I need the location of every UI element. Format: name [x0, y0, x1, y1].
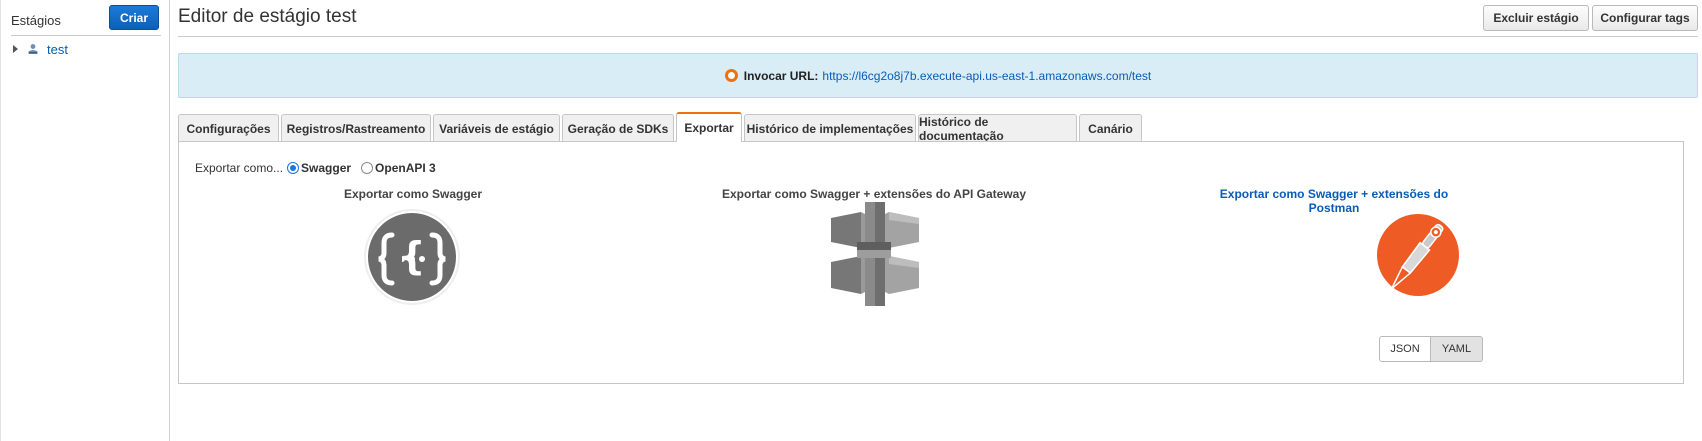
expand-caret-icon[interactable]	[13, 45, 18, 53]
export-swagger-title: Exportar como Swagger	[343, 187, 483, 201]
postman-format-toggle: JSON YAML	[1379, 336, 1483, 362]
export-as-label: Exportar como...	[195, 161, 284, 175]
export-apigateway-title: Exportar como Swagger + extensões do API…	[722, 187, 1026, 201]
configure-tags-button[interactable]: Configurar tags	[1592, 5, 1698, 31]
swagger-radio-label[interactable]: Swagger	[301, 161, 351, 175]
format-yaml-button[interactable]: YAML	[1431, 336, 1483, 362]
swagger-radio[interactable]	[287, 162, 300, 174]
tab-registros[interactable]: Registros/Rastreamento	[281, 114, 431, 142]
tab-exportar[interactable]: Exportar	[676, 112, 742, 142]
stage-tree-item-test[interactable]: test	[13, 41, 68, 57]
postman-logo-icon[interactable]	[1375, 212, 1461, 298]
api-gateway-logo-icon[interactable]	[827, 202, 923, 306]
status-dot-icon	[724, 69, 738, 82]
stage-icon	[27, 43, 39, 55]
stage-label[interactable]: test	[47, 42, 68, 57]
create-stage-button[interactable]: Criar	[109, 5, 159, 30]
title-divider	[178, 36, 1698, 37]
stages-sidebar: Estágios Criar test	[0, 0, 170, 441]
tab-variaveis[interactable]: Variáveis de estágio	[433, 114, 560, 142]
tab-canario[interactable]: Canário	[1079, 114, 1142, 142]
swagger-logo-icon[interactable]: {	[364, 209, 460, 305]
delete-stage-button[interactable]: Excluir estágio	[1483, 5, 1589, 31]
export-panel: Exportar como... Swagger OpenAPI 3 Expor…	[178, 141, 1684, 384]
format-json-button[interactable]: JSON	[1379, 336, 1431, 362]
openapi3-radio[interactable]	[361, 162, 374, 174]
export-format-chooser: Exportar como... Swagger OpenAPI 3	[195, 161, 442, 175]
openapi3-radio-label[interactable]: OpenAPI 3	[375, 161, 436, 175]
tab-historico-implementacoes[interactable]: Histórico de implementações	[744, 114, 916, 142]
sidebar-header: Estágios Criar	[11, 4, 161, 36]
page-title: Editor de estágio test	[178, 6, 357, 27]
invoke-url-link[interactable]: https://l6cg2o8j7b.execute-api.us-east-1…	[822, 69, 1151, 83]
tab-sdks[interactable]: Geração de SDKs	[562, 114, 674, 142]
tab-configuracoes[interactable]: Configurações	[178, 114, 279, 142]
export-postman-link[interactable]: Exportar como Swagger + extensões do Pos…	[1199, 187, 1469, 215]
sidebar-title: Estágios	[11, 13, 61, 28]
tab-historico-documentacao[interactable]: Histórico de documentação	[918, 114, 1077, 143]
invoke-url-label: Invocar URL:	[743, 68, 819, 83]
invoke-url-banner: Invocar URL: https://l6cg2o8j7b.execute-…	[178, 53, 1698, 98]
